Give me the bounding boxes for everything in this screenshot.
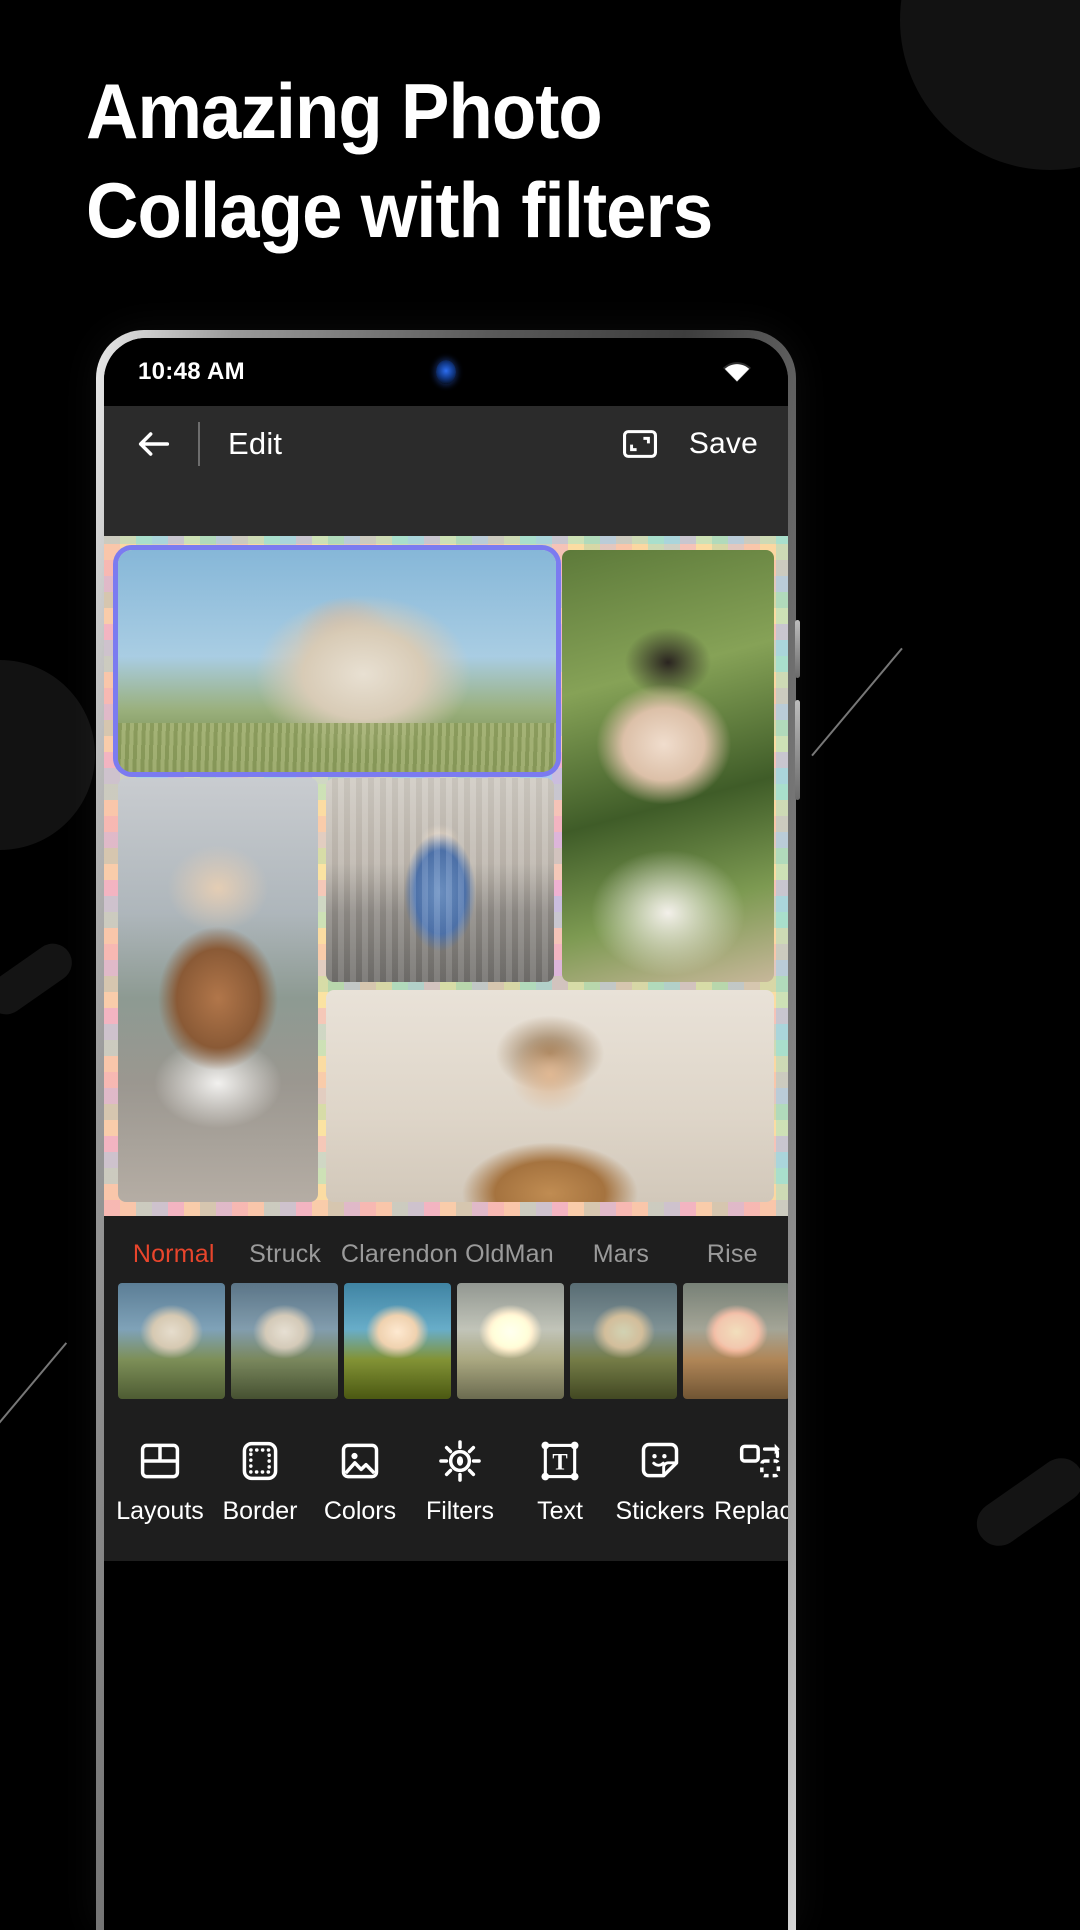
collage-photo-3[interactable] bbox=[118, 778, 318, 1202]
collage-photo-4[interactable] bbox=[326, 778, 554, 982]
filter-preview-image bbox=[118, 1283, 225, 1399]
page-title-line-1: Amazing Photo bbox=[86, 67, 603, 155]
filter-thumb-mars[interactable] bbox=[570, 1283, 677, 1399]
filter-preview-image bbox=[231, 1283, 338, 1399]
tool-label: Border bbox=[222, 1497, 298, 1525]
filter-thumbnail-row bbox=[118, 1283, 788, 1399]
filter-label-oldman[interactable]: OldMan bbox=[454, 1240, 565, 1269]
photo-thumbnail bbox=[326, 778, 554, 982]
phone-screen: 10:48 AM Edit Save Normal Struck Clarend… bbox=[104, 338, 788, 1930]
photo-thumbnail bbox=[118, 550, 556, 772]
tool-label: Colors bbox=[323, 1497, 397, 1525]
filter-thumb-rise[interactable] bbox=[683, 1283, 788, 1399]
phone-side-button-power bbox=[795, 700, 800, 800]
photo-thumbnail bbox=[326, 990, 774, 1202]
photo-thumbnail bbox=[562, 550, 774, 982]
filter-label-struck[interactable]: Struck bbox=[229, 1240, 340, 1269]
aspect-ratio-icon[interactable] bbox=[621, 427, 659, 461]
app-bar: Edit Save bbox=[104, 406, 788, 482]
tool-label: Replace bbox=[714, 1497, 788, 1525]
replace-icon bbox=[739, 1443, 781, 1478]
filter-label-row: Normal Struck Clarendon OldMan Mars Rise bbox=[118, 1240, 788, 1269]
tool-label: Stickers bbox=[615, 1497, 705, 1525]
background-bar-left bbox=[0, 936, 80, 1022]
wifi-icon bbox=[722, 362, 752, 383]
back-arrow-icon[interactable] bbox=[134, 424, 174, 464]
filter-label-mars[interactable]: Mars bbox=[565, 1240, 676, 1269]
tool-filters[interactable]: Filters bbox=[410, 1439, 510, 1526]
collage-frame[interactable] bbox=[104, 536, 788, 1216]
photo-thumbnail bbox=[118, 778, 318, 1202]
tool-stickers[interactable]: Stickers bbox=[610, 1439, 710, 1526]
filter-preview-image bbox=[683, 1283, 788, 1399]
status-bar: 10:48 AM bbox=[104, 338, 788, 406]
text-box-icon: T bbox=[541, 1441, 579, 1481]
app-bar-bottom-padding bbox=[104, 482, 788, 536]
collage-photo-5[interactable] bbox=[326, 990, 774, 1202]
background-slash-right bbox=[811, 647, 903, 757]
svg-text:T: T bbox=[552, 1449, 567, 1474]
collage-canvas bbox=[104, 536, 788, 1216]
filter-thumb-struck[interactable] bbox=[231, 1283, 338, 1399]
tool-text[interactable]: T Text bbox=[510, 1439, 610, 1526]
page-title-line-2: Collage with filters bbox=[86, 166, 713, 255]
dashed-border-icon bbox=[242, 1441, 278, 1481]
app-bar-divider bbox=[198, 422, 200, 466]
filter-label-normal[interactable]: Normal bbox=[118, 1240, 229, 1269]
page-title: Amazing Photo Collage with filters bbox=[86, 62, 942, 260]
phone-side-button-volume bbox=[795, 620, 800, 678]
phone-mockup: 10:48 AM Edit Save Normal Struck Clarend… bbox=[96, 330, 800, 1930]
filter-label-clarendon[interactable]: Clarendon bbox=[341, 1240, 458, 1269]
save-button[interactable]: Save bbox=[689, 427, 758, 461]
tool-replace[interactable]: Replace bbox=[710, 1439, 788, 1526]
filter-thumb-oldman[interactable] bbox=[457, 1283, 564, 1399]
tool-colors[interactable]: Colors bbox=[310, 1439, 410, 1526]
collage-photo-2[interactable] bbox=[562, 550, 774, 982]
status-time: 10:48 AM bbox=[138, 358, 245, 385]
tool-border[interactable]: Border bbox=[210, 1439, 310, 1526]
filter-strip[interactable]: Normal Struck Clarendon OldMan Mars Rise bbox=[104, 1216, 788, 1411]
filter-preview-image bbox=[344, 1283, 451, 1399]
tool-layouts[interactable]: Layouts bbox=[110, 1439, 210, 1526]
tool-label: Filters bbox=[425, 1497, 495, 1525]
punch-hole-camera bbox=[436, 360, 456, 384]
background-bar-right bbox=[968, 1449, 1080, 1555]
bottom-toolbar: Layouts Border Colors Filters T Text Sti… bbox=[104, 1411, 788, 1561]
filter-label-rise[interactable]: Rise bbox=[677, 1240, 788, 1269]
tool-label: Text bbox=[537, 1497, 583, 1525]
background-slash-left bbox=[0, 1342, 68, 1428]
filter-thumb-normal[interactable] bbox=[118, 1283, 225, 1399]
sticker-face-icon bbox=[641, 1442, 679, 1478]
page-heading: Edit bbox=[228, 426, 283, 461]
collage-photo-1[interactable] bbox=[118, 550, 556, 772]
image-icon bbox=[341, 1443, 379, 1479]
layout-grid-icon bbox=[140, 1443, 180, 1479]
filter-preview-image bbox=[570, 1283, 677, 1399]
filter-thumb-clarendon[interactable] bbox=[344, 1283, 451, 1399]
tool-label: Layouts bbox=[116, 1497, 204, 1525]
background-circle-left bbox=[0, 660, 95, 850]
brightness-icon bbox=[439, 1440, 481, 1482]
filter-preview-image bbox=[457, 1283, 564, 1399]
